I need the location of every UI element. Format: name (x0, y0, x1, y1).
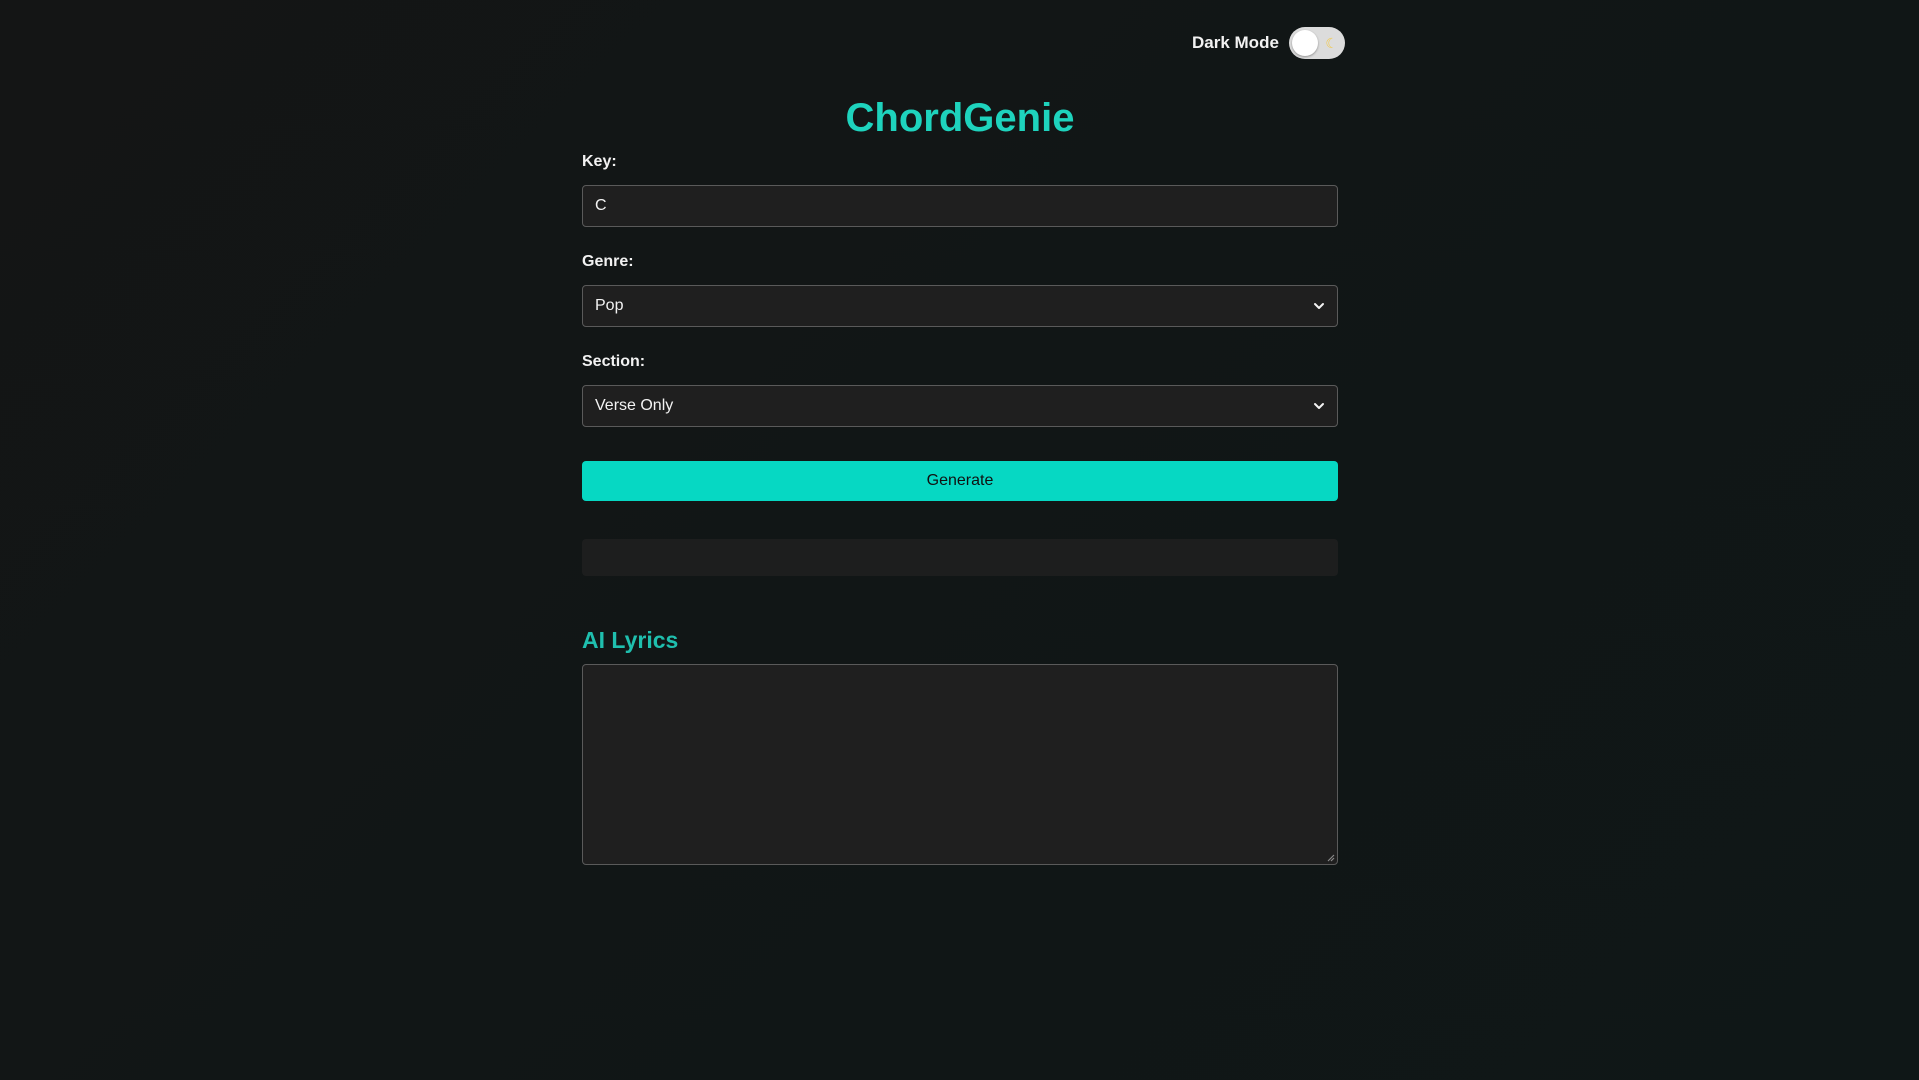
dark-mode-toggle-group: Dark Mode ☾ (1192, 27, 1345, 59)
dark-mode-label: Dark Mode (1192, 33, 1279, 52)
switch-knob (1291, 30, 1318, 56)
key-input[interactable]: C (582, 185, 1338, 227)
ai-lyrics-heading: AI Lyrics (582, 627, 679, 654)
section-label: Section: (582, 353, 646, 370)
moon-icon: ☾ (1325, 35, 1338, 51)
genre-select[interactable]: Pop (582, 285, 1338, 327)
resize-handle-icon[interactable] (1325, 852, 1335, 862)
app-title: ChordGenie (845, 96, 1075, 140)
section-select-value: Verse Only (595, 397, 674, 414)
generate-button[interactable]: Generate (582, 461, 1338, 501)
section-select[interactable]: Verse Only (582, 385, 1338, 427)
genre-label: Genre: (582, 253, 634, 270)
lyrics-textarea[interactable] (582, 664, 1338, 865)
chevron-down-icon (1314, 403, 1324, 409)
genre-select-value: Pop (595, 297, 624, 314)
key-input-value: C (595, 197, 607, 214)
chevron-down-icon (1314, 303, 1324, 309)
key-label: Key: (582, 153, 617, 170)
dark-mode-switch[interactable]: ☾ (1288, 27, 1345, 59)
chord-output-display (582, 539, 1338, 576)
